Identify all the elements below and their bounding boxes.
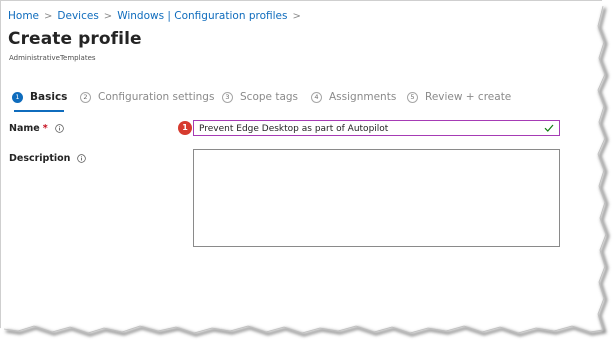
name-input[interactable] [199, 122, 529, 135]
breadcrumb: Home > Devices > Windows | Configuration pro… [8, 10, 306, 22]
name-field-label: Name * [9, 123, 64, 134]
name-label-text: Name [9, 123, 40, 134]
page-title: Create profile [8, 29, 142, 49]
step-number-badge: 3 [222, 91, 233, 103]
create-profile-panel: Home > Devices > Windows | Configuration pro… [0, 0, 603, 329]
tab-basics[interactable]: 1 Basics [12, 91, 67, 103]
step-number-badge: 4 [311, 91, 322, 103]
description-field[interactable] [193, 149, 560, 247]
breadcrumb-home[interactable]: Home [8, 10, 39, 22]
tab-label: Review + create [425, 91, 512, 103]
breadcrumb-separator: > [292, 11, 301, 22]
tab-review-create[interactable]: 5 Review + create [407, 91, 511, 103]
tab-assignments[interactable]: 4 Assignments [311, 91, 396, 103]
breadcrumb-devices[interactable]: Devices [57, 10, 98, 22]
breadcrumb-separator: > [44, 11, 53, 22]
breadcrumb-separator: > [103, 11, 113, 22]
info-icon[interactable] [54, 124, 64, 133]
description-label-text: Description [9, 153, 71, 164]
page-subtitle: AdministrativeTemplates [9, 54, 96, 62]
step-number-badge: 5 [407, 91, 418, 103]
tab-label: Configuration settings [98, 91, 215, 103]
callout-marker: 1 [178, 121, 192, 135]
description-field-label: Description [9, 153, 87, 164]
active-tab-indicator [14, 110, 64, 112]
description-textarea[interactable] [194, 150, 559, 246]
info-icon[interactable] [77, 154, 87, 163]
tab-label: Assignments [329, 91, 397, 103]
name-field[interactable] [193, 120, 560, 136]
breadcrumb-configuration-profiles[interactable]: Windows | Configuration profiles [117, 10, 287, 22]
step-number-badge: 2 [80, 91, 91, 103]
tab-configuration-settings[interactable]: 2 Configuration settings [80, 91, 214, 103]
tab-label: Scope tags [240, 91, 299, 103]
tab-scope-tags[interactable]: 3 Scope tags [222, 91, 298, 103]
step-number-badge: 1 [12, 91, 23, 103]
checkmark-icon [544, 124, 554, 132]
required-asterisk: * [42, 123, 48, 134]
tab-label: Basics [30, 91, 68, 103]
